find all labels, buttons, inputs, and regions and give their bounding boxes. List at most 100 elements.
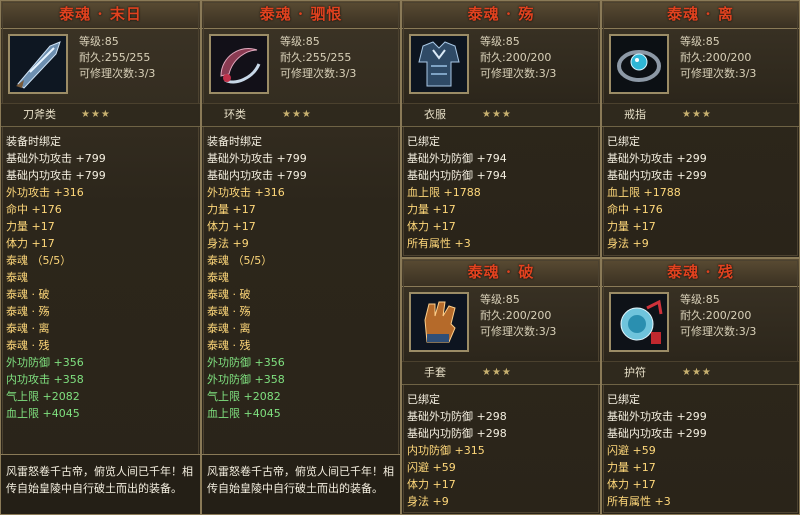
stat-repairs: 可修理次数:3/3 [480,67,557,80]
attribute-line: 血上限 +4045 [207,407,281,420]
attribute-line: 闪避 +59 [407,461,456,474]
item-type-row: 刀斧类 ★★★ [1,103,200,127]
attribute-line: 基础内功攻击 +799 [207,169,307,182]
attribute-line: 血上限 +1788 [607,186,681,199]
item-title: 泰魂 · 离 [602,1,799,29]
attribute-line: 泰魂 （5/5） [6,254,72,267]
item-tooltip-li: 泰魂 · 离 等级:85 耐久:200/200 可修理次数:3/3 戒指 ★★★… [601,0,800,258]
attribute-line: 泰魂 · 离 [207,322,251,335]
attribute-line: 外功防御 +356 [6,356,84,369]
attribute-list: 已绑定 基础外功攻击 +299 基础内功攻击 +299 血上限 +1788 命中 +17… [602,127,799,252]
item-title: 泰魂 · 残 [602,259,799,287]
attribute-line: 外功攻击 +316 [6,186,84,199]
item-type-row: 衣服 ★★★ [402,103,600,127]
attribute-line: 泰魂 · 破 [6,288,50,301]
stat-level: 等级:85 [280,35,320,48]
stat-level: 等级:85 [79,35,119,48]
attribute-line: 泰魂 · 残 [207,339,251,352]
star-rating: ★★★ [682,367,712,378]
attribute-line: 基础外功防御 +298 [407,410,507,423]
stat-level: 等级:85 [480,35,520,48]
attribute-line: 泰魂 [207,271,229,284]
attribute-line: 气上限 +2082 [207,390,281,403]
attribute-line: 基础外功攻击 +299 [607,152,707,165]
item-stats: 等级:85 耐久:255/255 可修理次数:3/3 [79,34,155,82]
item-type-row: 环类 ★★★ [202,103,400,127]
attribute-line: 外功攻击 +316 [207,186,285,199]
attribute-line: 血上限 +1788 [407,186,481,199]
item-stats: 等级:85 耐久:200/200 可修理次数:3/3 [680,34,756,82]
item-title: 泰魂 · 末日 [1,1,200,29]
item-header: 等级:85 耐久:255/255 可修理次数:3/3 [202,29,400,103]
stat-durability: 耐久:255/255 [79,51,151,64]
attribute-line: 已绑定 [607,135,640,148]
item-title: 泰魂 · 破 [402,259,600,287]
attribute-line: 命中 +176 [6,203,62,216]
stat-level: 等级:85 [680,293,720,306]
attribute-line: 气上限 +2082 [6,390,80,403]
attribute-list: 装备时绑定 基础外功攻击 +799 基础内功攻击 +799 外功攻击 +316 力量 +… [202,127,400,422]
item-description: 风雷怒卷千古帝，俯览人间已千年！相传自始皇陵中自行破土而出的装备。 [1,454,200,514]
attribute-line: 体力 +17 [6,237,55,250]
star-rating: ★★★ [482,109,512,120]
stat-level: 等级:85 [680,35,720,48]
item-type: 刀斧类 [23,108,56,121]
attribute-line: 体力 +17 [207,220,256,233]
attribute-line: 基础外功攻击 +799 [207,152,307,165]
attribute-line: 基础外功防御 +794 [407,152,507,165]
attribute-line: 血上限 +4045 [6,407,80,420]
attribute-line: 力量 +17 [207,203,256,216]
attribute-line: 外功防御 +358 [207,373,285,386]
item-tooltip-can: 泰魂 · 残 等级:85 耐久:200/200 可修理次数:3/3 护符 ★★★… [601,258,800,515]
attribute-line: 泰魂 · 殇 [6,305,50,318]
attribute-line: 力量 +17 [607,220,656,233]
attribute-line: 泰魂 · 离 [6,322,50,335]
attribute-line: 力量 +17 [407,203,456,216]
star-rating: ★★★ [282,109,312,120]
stat-durability: 耐久:200/200 [680,51,752,64]
stat-durability: 耐久:200/200 [480,51,552,64]
attribute-line: 体力 +17 [607,478,656,491]
attribute-line: 装备时绑定 [6,135,61,148]
attribute-line: 已绑定 [407,135,440,148]
item-type-row: 护符 ★★★ [602,361,799,385]
attribute-line: 体力 +17 [407,478,456,491]
attribute-list: 装备时绑定 基础外功攻击 +799 基础内功攻击 +799 外功攻击 +316 命中 +… [1,127,200,422]
item-stats: 等级:85 耐久:200/200 可修理次数:3/3 [680,292,756,340]
item-title: 泰魂 · 驷恨 [202,1,400,29]
attribute-line: 泰魂 · 殇 [207,305,251,318]
attribute-line: 泰魂 · 残 [6,339,50,352]
attribute-list: 已绑定基础外功防御 +794 基础内功防御 +794 血上限 +1788 力量 +17… [402,127,600,252]
item-type: 护符 [624,366,646,379]
attribute-line: 泰魂 · 破 [207,288,251,301]
attribute-line: 外功防御 +356 [207,356,285,369]
item-stats: 等级:85 耐久:200/200 可修理次数:3/3 [480,292,556,340]
attribute-line: 闪避 +59 [607,444,656,457]
attribute-line: 体力 +17 [407,220,456,233]
attribute-line: 身法 +9 [207,237,249,250]
stat-durability: 耐久:255/255 [280,51,352,64]
attribute-line: 内功攻击 +358 [6,373,84,386]
attribute-list: 已绑定 基础外功攻击 +299 基础内功攻击 +299 闪避 +59 力量 +17 体力 … [602,385,799,510]
item-title: 泰魂 · 殇 [402,1,600,29]
attribute-line: 已绑定 [407,393,440,406]
attribute-line: 力量 +17 [6,220,55,233]
item-type: 戒指 [624,108,646,121]
attribute-line: 基础外功攻击 +799 [6,152,106,165]
attribute-line: 泰魂 （5/5） [207,254,273,267]
ring-blade-weapon-icon [209,34,269,94]
attribute-line: 力量 +17 [607,461,656,474]
attribute-line: 基础内功防御 +794 [407,169,507,182]
item-header: 等级:85 耐久:255/255 可修理次数:3/3 [1,29,200,103]
item-type: 衣服 [424,108,446,121]
blade-weapon-icon [8,34,68,94]
item-type: 手套 [424,366,446,379]
attribute-line: 基础内功攻击 +299 [607,427,707,440]
attribute-list: 已绑定 基础外功防御 +298 基础内功防御 +298 内功防御 +315 闪避 +59… [402,385,600,510]
item-header: 等级:85 耐久:200/200 可修理次数:3/3 [402,29,600,103]
item-type-row: 戒指 ★★★ [602,103,799,127]
stat-repairs: 可修理次数:3/3 [680,67,757,80]
item-stats: 等级:85 耐久:200/200 可修理次数:3/3 [480,34,556,82]
stat-repairs: 可修理次数:3/3 [79,67,156,80]
star-rating: ★★★ [682,109,712,120]
